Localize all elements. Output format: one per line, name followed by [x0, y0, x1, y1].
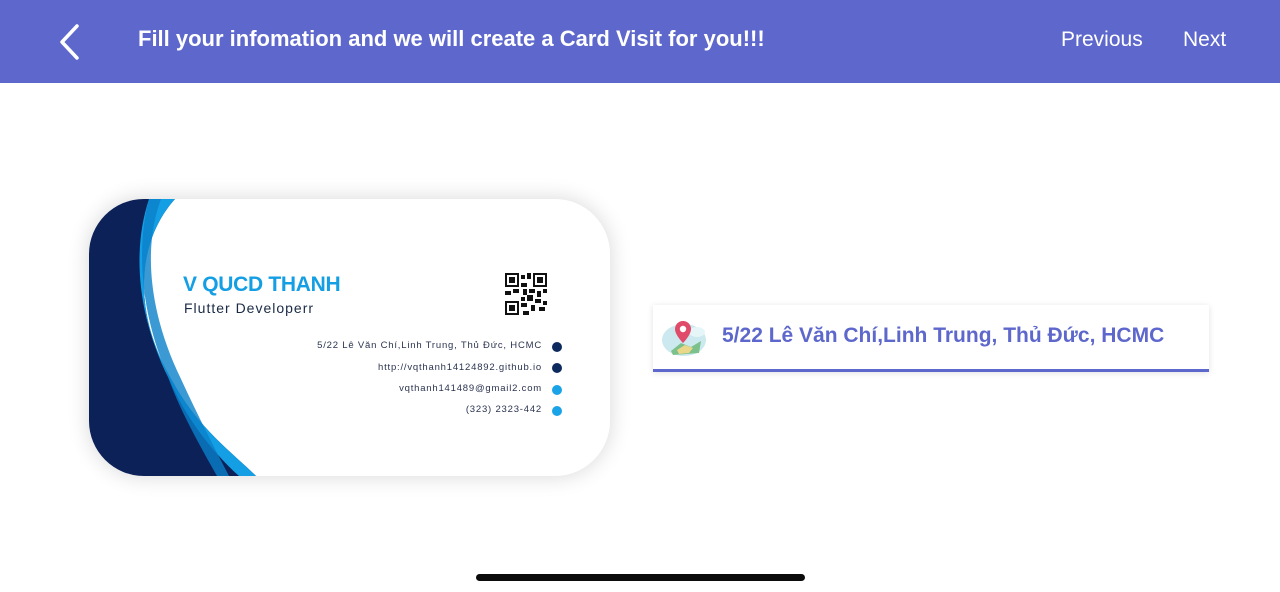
page-title: Fill your infomation and we will create … [138, 26, 765, 51]
card-role: Flutter Developerr [184, 300, 315, 316]
card-email: vqthanh141489@gmail2.com [399, 383, 542, 394]
next-button[interactable]: Next [1183, 28, 1226, 52]
back-button[interactable] [52, 20, 88, 64]
address-input-value: 5/22 Lê Văn Chí,Linh Trung, Thủ Đức, HCM… [722, 324, 1165, 347]
home-indicator [476, 574, 805, 581]
app-bar: Fill your infomation and we will create … [0, 0, 1280, 83]
previous-button[interactable]: Previous [1061, 28, 1143, 52]
web-icon [552, 363, 562, 373]
location-icon [552, 342, 562, 352]
card-website: http://vqthanh14124892.github.io [378, 362, 542, 373]
card-phone: (323) 2323-442 [465, 404, 542, 415]
mail-icon [552, 385, 562, 395]
card-address: 5/22 Lê Văn Chí,Linh Trung, Thủ Đức, HCM… [317, 340, 542, 351]
chevron-left-icon [60, 24, 79, 60]
business-card-preview: V QUCD THANH Flutter Developerr 5/22 Lê … [89, 199, 610, 476]
card-wave-decoration [89, 199, 256, 476]
phone-icon [552, 406, 562, 416]
map-pin-icon [662, 321, 706, 356]
address-field[interactable]: 5/22 Lê Văn Chí,Linh Trung, Thủ Đức, HCM… [653, 305, 1209, 372]
qr-code-icon [505, 273, 547, 315]
card-name: V QUCD THANH [183, 273, 341, 296]
